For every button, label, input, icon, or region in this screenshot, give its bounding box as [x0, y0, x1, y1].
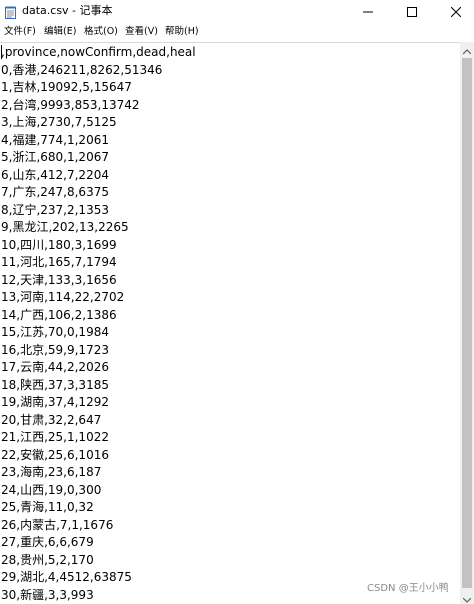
text-line: 6,山东,412,7,2204: [1, 167, 109, 182]
text-line: 28,贵州,5,2,170: [1, 552, 94, 567]
text-line: 19,湖南,37,4,1292: [1, 395, 109, 409]
scroll-thumb[interactable]: [462, 58, 472, 588]
text-line: 8,辽宁,237,2,1353: [1, 202, 109, 217]
text-line: 27,重庆,6,6,679: [1, 535, 94, 549]
text-line: 17,云南,44,2,2026: [1, 360, 109, 374]
text-line: 14,广西,106,2,1386: [1, 307, 117, 322]
text-line: 20,甘肃,32,2,647: [1, 412, 102, 427]
scroll-up-button[interactable]: [460, 42, 474, 56]
scroll-down-button[interactable]: [460, 590, 474, 604]
maximize-button[interactable]: [392, 0, 432, 22]
minimize-icon: [363, 2, 373, 21]
menu-help[interactable]: 帮助(H): [165, 25, 199, 39]
watermark-text: CSDN @王小小鸭: [367, 583, 449, 594]
text-line: 21,江西,25,1,1022: [1, 430, 109, 444]
menu-format[interactable]: 格式(O): [84, 25, 118, 39]
text-line: 16,北京,59,9,1723: [1, 342, 109, 357]
maximize-icon: [407, 2, 417, 21]
text-line: 2,台湾,9993,853,13742: [1, 97, 140, 112]
text-line: 13,河南,114,22,2702: [1, 290, 125, 304]
text-line: 5,浙江,680,1,2067: [1, 150, 109, 164]
menu-view[interactable]: 查看(V): [125, 25, 158, 39]
chevron-down-icon: [462, 588, 472, 604]
menu-bar: 文件(F) 编辑(E) 格式(O) 查看(V) 帮助(H): [0, 22, 474, 42]
text-line: 18,陕西,37,3,3185: [1, 377, 109, 392]
text-line: 1,吉林,19092,5,15647: [1, 80, 132, 94]
text-line: 30,新疆,3,3,993: [1, 587, 94, 602]
text-line: 22,安徽,25,6,1016: [1, 447, 109, 462]
text-line: 0,香港,246211,8262,51346: [1, 62, 163, 77]
text-line: 12,天津,133,3,1656: [1, 272, 117, 287]
text-line: 4,福建,774,1,2061: [1, 132, 109, 147]
vertical-scrollbar[interactable]: [460, 42, 474, 604]
minimize-button[interactable]: [348, 0, 388, 22]
title-bar: data.csv - 记事本: [0, 0, 474, 22]
text-line: 3,上海,2730,7,5125: [1, 115, 117, 129]
text-line: 9,黑龙江,202,13,2265: [1, 220, 129, 234]
text-editor[interactable]: ,province,nowConfirm,dead,heal 0,香港,24621…: [0, 42, 460, 604]
text-line: 25,青海,11,0,32: [1, 500, 94, 514]
text-line: 11,河北,165,7,1794: [1, 255, 117, 269]
text-line: 23,海南,23,6,187: [1, 465, 102, 479]
chevron-up-icon: [462, 40, 472, 59]
window-title: data.csv - 记事本: [22, 4, 113, 17]
text-line: 10,四川,180,3,1699: [1, 237, 117, 252]
text-line: ,province,nowConfirm,dead,heal: [1, 45, 196, 59]
text-line: 24,山西,19,0,300: [1, 482, 102, 497]
close-button[interactable]: [436, 0, 474, 22]
text-line: 7,广东,247,8,6375: [1, 185, 109, 199]
text-line: 29,湖北,4,4512,63875: [1, 570, 132, 584]
menu-edit[interactable]: 编辑(E): [44, 25, 76, 39]
notepad-icon: [5, 4, 16, 19]
text-line: 15,江苏,70,0,1984: [1, 325, 109, 339]
close-icon: [450, 2, 462, 21]
menu-file[interactable]: 文件(F): [4, 25, 36, 39]
notepad-window: data.csv - 记事本 文件(F) 编辑(E) 格式(O) 查看(V) 帮…: [0, 0, 474, 604]
text-line: 26,内蒙古,7,1,1676: [1, 517, 114, 532]
